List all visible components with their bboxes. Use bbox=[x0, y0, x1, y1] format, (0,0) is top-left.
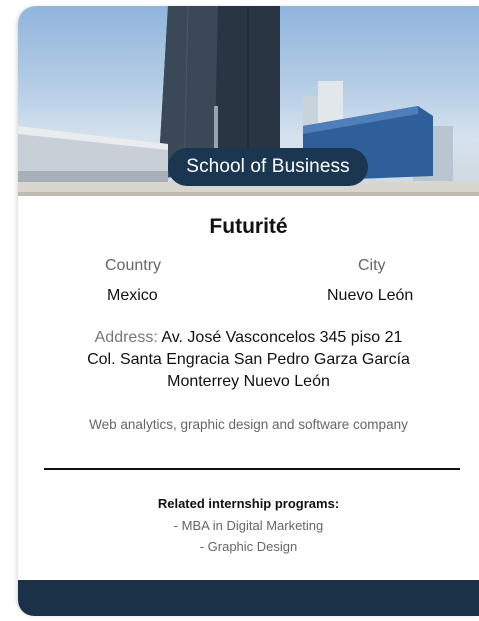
card-footer bbox=[18, 580, 479, 616]
building-photo: School of Business bbox=[18, 6, 479, 196]
city-value: Nuevo León bbox=[327, 287, 414, 304]
address-street: Av. José Vasconcelos 345 piso 21 bbox=[161, 329, 403, 346]
school-badge: School of Business bbox=[168, 148, 368, 186]
address-block: Address: Av. José Vasconcelos 345 piso 2… bbox=[18, 327, 479, 393]
country-value: Mexico bbox=[107, 287, 158, 304]
company-card: School of Business Futurité Country City… bbox=[18, 6, 479, 616]
address-label: Address: bbox=[94, 329, 158, 346]
country-label: Country bbox=[105, 257, 162, 274]
address-line-3: Monterrey Nuevo León bbox=[167, 373, 330, 390]
city-label: City bbox=[358, 257, 386, 274]
program-item: - Graphic Design bbox=[199, 539, 298, 554]
program-item: - MBA in Digital Marketing bbox=[173, 518, 324, 533]
address-line-1: Address: Av. José Vasconcelos 345 piso 2… bbox=[18, 327, 479, 349]
company-description: Web analytics, graphic design and softwa… bbox=[89, 417, 408, 432]
address-line-2: Col. Santa Engracia San Pedro Garza Garc… bbox=[87, 351, 410, 368]
divider bbox=[44, 468, 460, 470]
programs-title: Related internship programs: bbox=[157, 496, 340, 511]
company-name: Futurité bbox=[209, 215, 288, 238]
